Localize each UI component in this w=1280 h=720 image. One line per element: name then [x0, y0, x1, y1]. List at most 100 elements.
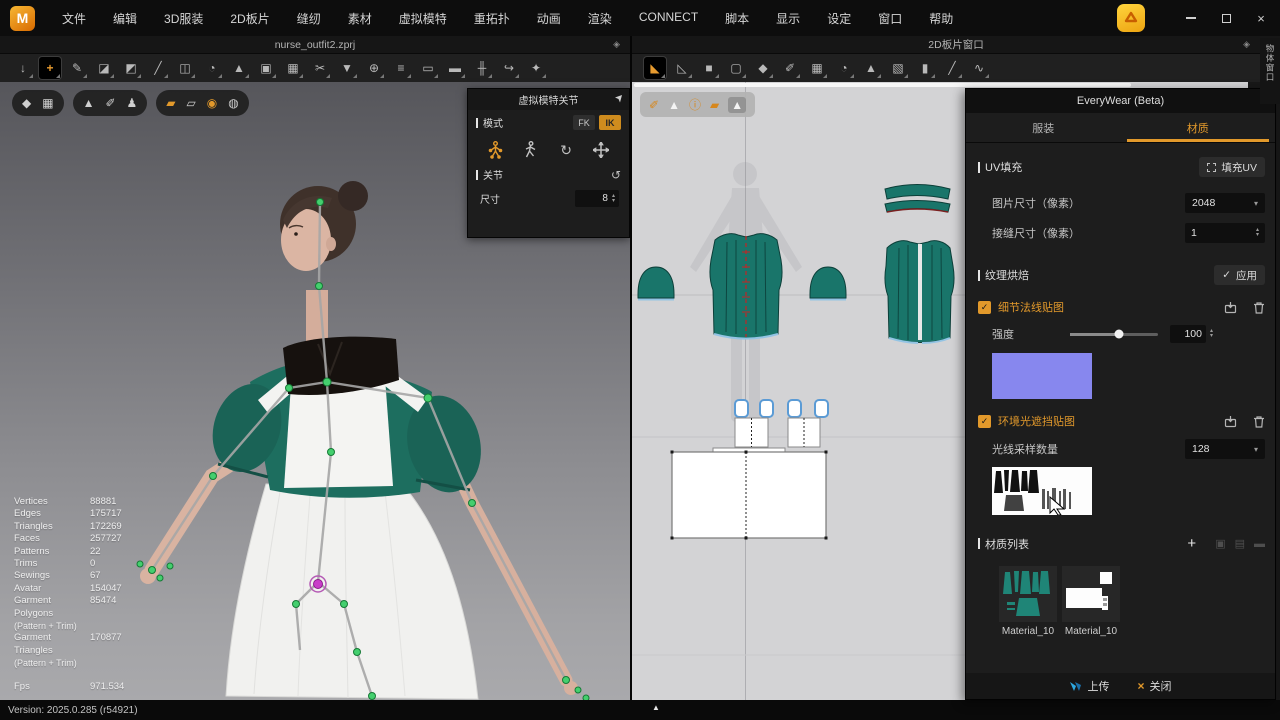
iron-tool-icon[interactable]: ◔ — [833, 57, 855, 79]
panel-layout-icon[interactable]: ◈ — [613, 39, 620, 50]
seam-tape-icon[interactable]: ▭ — [417, 57, 439, 79]
strength-spinner[interactable]: ▴▾ — [1210, 329, 1213, 339]
delete-map-icon[interactable] — [1253, 301, 1265, 314]
menu-item[interactable]: 设定 — [827, 10, 851, 27]
export-map-icon[interactable] — [1224, 415, 1237, 428]
fill-uv-button[interactable]: 填充UV — [1199, 157, 1265, 177]
menu-item[interactable]: 文件 — [62, 10, 86, 27]
normal-map-checkbox[interactable]: ✓ — [978, 301, 991, 314]
pleat-tool-icon[interactable]: ╫ — [471, 57, 493, 79]
joint-size-input[interactable]: 8 ▴▾ — [575, 190, 619, 207]
upload-button[interactable]: 上传 — [1069, 678, 1109, 694]
fit-garment-icon[interactable]: ▲ — [228, 57, 250, 79]
pattern-window-tab[interactable]: 2D板片窗口 — [928, 37, 983, 52]
show-avatar-icon[interactable]: ♟ — [127, 96, 138, 110]
grid-tool-icon[interactable]: ▦ — [806, 57, 828, 79]
move-gizmo-icon[interactable]: + — [39, 57, 61, 79]
strength-slider[interactable] — [1070, 333, 1158, 336]
material-preview-white[interactable] — [1062, 566, 1120, 622]
cursor-icon[interactable] — [614, 94, 623, 103]
delete-map-icon[interactable] — [1253, 415, 1265, 428]
dart-tool-icon[interactable]: ▼ — [336, 57, 358, 79]
world-grid-icon[interactable]: ◍ — [228, 96, 238, 110]
save-material-icon[interactable]: ▤ — [1235, 537, 1245, 550]
menu-item[interactable]: CONNECT — [639, 10, 698, 27]
size-spinner[interactable]: ▴▾ — [612, 194, 615, 204]
simulate-icon[interactable]: ↓ — [12, 57, 34, 79]
show-3d-mesh-icon[interactable]: ▦ — [42, 96, 53, 110]
textured-surface-icon[interactable]: ▰ — [166, 96, 175, 110]
add-material-icon[interactable]: + — [1187, 535, 1196, 552]
menu-item[interactable]: 渲染 — [588, 10, 612, 27]
menu-item[interactable]: 动画 — [537, 10, 561, 27]
translate-joint-icon[interactable] — [586, 138, 616, 162]
menu-item[interactable]: 显示 — [776, 10, 800, 27]
material-preview-garment[interactable] — [999, 566, 1057, 622]
avatar-skin-icon[interactable]: ◉ — [207, 96, 217, 110]
menu-item[interactable]: 重拓扑 — [474, 10, 510, 27]
menu-item[interactable]: 2D板片 — [230, 10, 269, 27]
material-item[interactable]: Material_10 — [1061, 566, 1121, 637]
transform-pattern-icon[interactable]: ◣ — [644, 57, 666, 79]
info-icon[interactable]: ⓘ — [689, 96, 701, 113]
sewing-machine-icon[interactable]: ▣ — [255, 57, 277, 79]
close-panel-button[interactable]: × 关闭 — [1137, 678, 1171, 694]
strength-value[interactable]: 100 — [1170, 325, 1206, 343]
project-tab[interactable]: nurse_outfit2.zprj — [275, 39, 356, 51]
menu-item[interactable]: 窗口 — [878, 10, 902, 27]
rectangle-tool-icon[interactable]: ■ — [698, 57, 720, 79]
texture-edit-icon[interactable]: ▧ — [887, 57, 909, 79]
show-3d-gizmo-icon[interactable]: ◆ — [22, 96, 31, 110]
fabric-icon[interactable]: ▰ — [710, 98, 719, 112]
menu-item[interactable]: 缝纫 — [297, 10, 321, 27]
button-tool-icon[interactable]: ⊕ — [363, 57, 385, 79]
pen-tool-icon[interactable]: ✎ — [66, 57, 88, 79]
clone-pattern-icon[interactable]: ◫ — [174, 57, 196, 79]
pleats-tool-icon[interactable]: ▮ — [914, 57, 936, 79]
show-garment-icon[interactable]: ▲ — [83, 96, 95, 110]
fk-button[interactable]: FK — [573, 115, 595, 130]
mannequin-tool-icon[interactable]: ◩ — [120, 57, 142, 79]
polygon-tool-icon[interactable]: ▢ — [725, 57, 747, 79]
material-item[interactable]: Material_10 — [998, 566, 1058, 637]
rotate-joint-icon[interactable]: ↻ — [551, 138, 581, 162]
menu-item[interactable]: 编辑 — [113, 10, 137, 27]
object-window-tab[interactable]: 物体窗口 — [1260, 38, 1280, 104]
menu-item[interactable]: 素材 — [348, 10, 372, 27]
sewing-pen-icon[interactable]: ╱ — [147, 57, 169, 79]
flatten-brush-icon[interactable]: ◪ — [93, 57, 115, 79]
texture-grid-icon[interactable]: ▦ — [282, 57, 304, 79]
menu-item[interactable]: 帮助 — [929, 10, 953, 27]
duplicate-material-icon[interactable]: ▣ — [1215, 537, 1225, 550]
ik-button[interactable]: IK — [599, 115, 621, 130]
flying-scissors-icon[interactable]: ✂ — [309, 57, 331, 79]
show-pins-icon[interactable]: ✐ — [105, 96, 115, 110]
reset-joint-icon[interactable]: ↺ — [611, 168, 621, 182]
seam-size-spinner[interactable]: ▴▾ — [1256, 228, 1259, 238]
ao-map-preview[interactable] — [992, 467, 1092, 515]
minimize-button[interactable] — [1184, 11, 1198, 25]
apply-bake-button[interactable]: ✓ 应用 — [1214, 265, 1265, 285]
export-map-icon[interactable] — [1224, 301, 1237, 314]
shirt-texture-icon[interactable]: ▲ — [728, 97, 746, 113]
dart-tool-icon[interactable]: ◆ — [752, 57, 774, 79]
menu-item[interactable]: 3D服装 — [164, 10, 203, 27]
menu-item[interactable]: 脚本 — [725, 10, 749, 27]
ao-map-checkbox[interactable]: ✓ — [978, 415, 991, 428]
pose-tool-icon[interactable]: ✦ — [525, 57, 547, 79]
remove-material-icon[interactable]: ▬ — [1254, 538, 1265, 550]
menu-item[interactable]: 虚拟模特 — [399, 10, 447, 27]
show-garment-icon[interactable]: ▲ — [860, 57, 882, 79]
tab-garment[interactable]: 服装 — [966, 113, 1121, 142]
needle-icon[interactable]: ✐ — [649, 98, 659, 112]
expand-arrow-icon[interactable]: ▲ — [652, 703, 660, 712]
restore-button[interactable] — [1219, 11, 1233, 25]
show-shirt-icon[interactable]: ▲ — [668, 98, 680, 112]
mesh-surface-icon[interactable]: ▱ — [187, 96, 196, 110]
zipper-tool-icon[interactable]: ≡ — [390, 57, 412, 79]
panel-layout-icon[interactable]: ◈ — [1243, 39, 1250, 50]
light-samples-dropdown[interactable]: 128▾ — [1185, 439, 1265, 459]
slash-tool-icon[interactable]: ╱ — [941, 57, 963, 79]
curve-tool-icon[interactable]: ↪ — [498, 57, 520, 79]
steam-iron-icon[interactable]: ◔ — [201, 57, 223, 79]
